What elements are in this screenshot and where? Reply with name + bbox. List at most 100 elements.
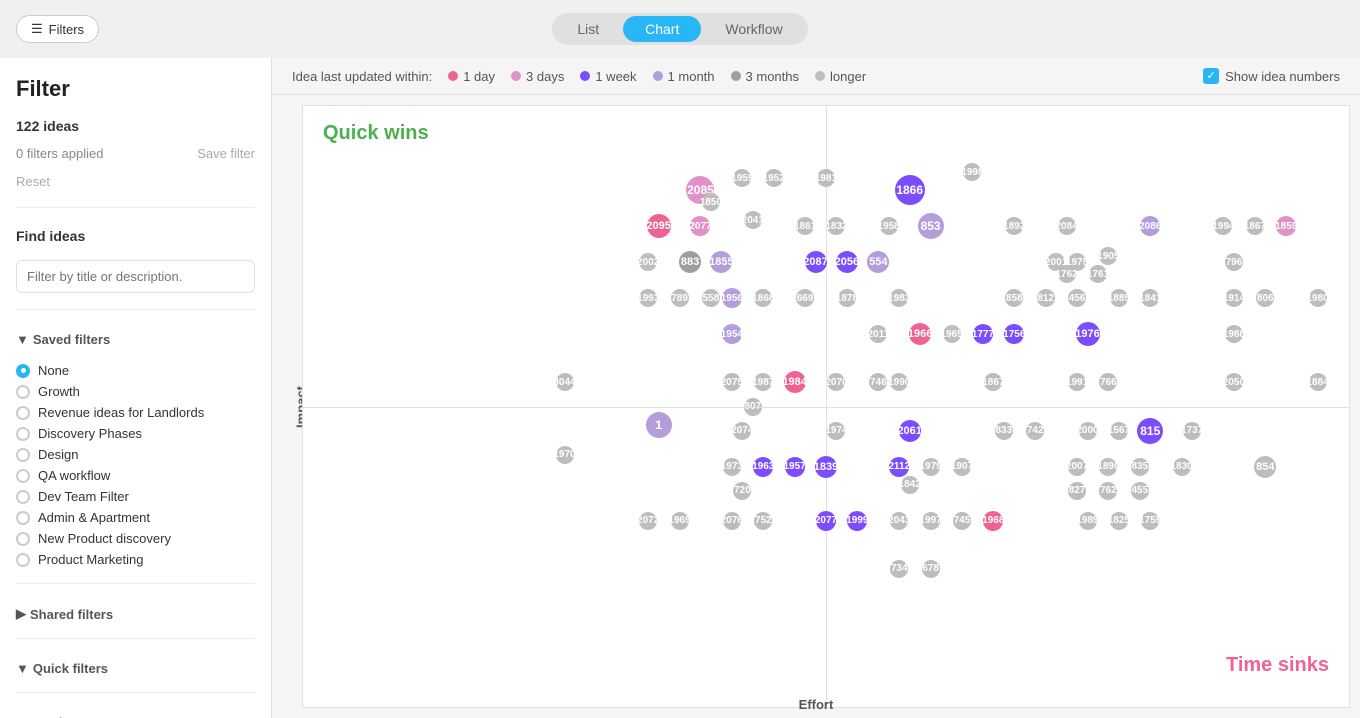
bubble-2041[interactable]: 2041 xyxy=(744,211,762,229)
bubble-2084[interactable]: 2084 xyxy=(1058,217,1076,235)
bubble-1998[interactable]: 1998 xyxy=(963,163,981,181)
bubble-1983[interactable]: 1983 xyxy=(890,289,908,307)
bubble-1963[interactable]: 1963 xyxy=(753,457,773,477)
filter-item-admin[interactable]: Admin & Apartment xyxy=(16,510,255,525)
bubble-1892[interactable]: 1892 xyxy=(1005,217,1023,235)
bubble-1968[interactable]: 1968 xyxy=(983,511,1003,531)
bubble-746[interactable]: 746 xyxy=(869,373,887,391)
bubble-2077b[interactable]: 2077 xyxy=(816,511,836,531)
bubble-1866[interactable]: 1866 xyxy=(895,175,925,205)
bubble-2076[interactable]: 2076 xyxy=(723,512,741,530)
tab-workflow[interactable]: Workflow xyxy=(703,16,804,42)
bubble-1989[interactable]: 1989 xyxy=(1079,512,1097,530)
bubble-854[interactable]: 854 xyxy=(1254,456,1276,478)
bubble-1825[interactable]: 1825 xyxy=(1110,512,1128,530)
filter-item-growth[interactable]: Growth xyxy=(16,384,255,399)
search-input[interactable] xyxy=(16,260,255,293)
bubble-2043[interactable]: 2043 xyxy=(890,512,908,530)
bubble-1830[interactable]: 1830 xyxy=(1173,458,1191,476)
bubble-853[interactable]: 853 xyxy=(918,213,944,239)
bubble-2087[interactable]: 2087 xyxy=(805,251,827,273)
show-numbers-checkbox[interactable] xyxy=(1203,68,1219,84)
radio-growth[interactable] xyxy=(16,385,30,399)
bubble-720[interactable]: 720 xyxy=(733,482,751,500)
bubble-1914[interactable]: 1914 xyxy=(1225,289,1243,307)
bubble-2011[interactable]: 2011 xyxy=(869,325,887,343)
bubble-1994[interactable]: 1994 xyxy=(1214,217,1232,235)
bubble-835[interactable]: 835 xyxy=(1131,458,1149,476)
filter-item-productmkt[interactable]: Product Marketing xyxy=(16,552,255,567)
bubble-1859[interactable]: 1859 xyxy=(1276,216,1296,236)
radio-newproduct[interactable] xyxy=(16,532,30,546)
bubble-1984[interactable]: 1984 xyxy=(784,371,806,393)
bubble-1756[interactable]: 1756 xyxy=(1004,324,1024,344)
bubble-669[interactable]: 669 xyxy=(796,289,814,307)
reset-button[interactable]: Reset xyxy=(16,174,50,189)
bubble-1762[interactable]: 1762 xyxy=(1058,265,1076,283)
bubble-1841[interactable]: 1841 xyxy=(1141,289,1159,307)
bubble-1991[interactable]: 1991 xyxy=(1068,373,1086,391)
saved-filters-section[interactable]: ▼ Saved filters xyxy=(16,332,255,347)
bubble-2086[interactable]: 2086 xyxy=(1140,216,1160,236)
filter-item-none[interactable]: None xyxy=(16,363,255,378)
radio-devteam[interactable] xyxy=(16,490,30,504)
bubble-1997[interactable]: 1997 xyxy=(922,512,940,530)
bubble-1878[interactable]: 1878 xyxy=(838,289,856,307)
bubble-2002[interactable]: 2002 xyxy=(639,253,657,271)
filter-item-design[interactable]: Design xyxy=(16,447,255,462)
bubble-554[interactable]: 554 xyxy=(867,251,889,273)
bubble-3044[interactable]: 3044 xyxy=(556,373,574,391)
bubble-789[interactable]: 789 xyxy=(671,289,689,307)
bubble-827[interactable]: 827 xyxy=(1068,482,1086,500)
bubble-766[interactable]: 766 xyxy=(1099,373,1117,391)
bubble-1867[interactable]: 1867 xyxy=(1246,217,1264,235)
bubble-1905[interactable]: 1905 xyxy=(1099,247,1117,265)
bubble-734[interactable]: 734 xyxy=(890,560,908,578)
bubble-1885[interactable]: 1885 xyxy=(1110,289,1128,307)
bubble-2061[interactable]: 2061 xyxy=(899,420,921,442)
bubble-858[interactable]: 858 xyxy=(1005,289,1023,307)
bubble-796[interactable]: 796 xyxy=(1225,253,1243,271)
bubble-1737[interactable]: 1737 xyxy=(1183,422,1201,440)
bubble-2007[interactable]: 2007 xyxy=(1068,458,1086,476)
shared-filters-section[interactable]: ▶ Shared filters xyxy=(16,606,255,622)
bubble-812[interactable]: 812 xyxy=(1037,289,1055,307)
radio-design[interactable] xyxy=(16,448,30,462)
filter-item-devteam[interactable]: Dev Team Filter xyxy=(16,489,255,504)
bubble-456[interactable]: 456 xyxy=(1068,289,1086,307)
bubble-1965[interactable]: 1965 xyxy=(943,325,961,343)
bubble-455[interactable]: 455 xyxy=(1131,482,1149,500)
bubble-1907[interactable]: 1907 xyxy=(953,458,971,476)
bubble-2095[interactable]: 2095 xyxy=(647,214,671,238)
bubble-1884[interactable]: 1884 xyxy=(1309,373,1327,391)
bubble-2112[interactable]: 2112 xyxy=(889,457,909,477)
bubble-1987[interactable]: 1987 xyxy=(754,373,772,391)
bubble-2070[interactable]: 2070 xyxy=(827,373,845,391)
bubble-1979[interactable]: 1979 xyxy=(922,458,940,476)
bubble-2074[interactable]: 2074 xyxy=(733,422,751,440)
bubble-1954[interactable]: 1954 xyxy=(722,324,742,344)
bubble-806[interactable]: 806 xyxy=(1256,289,1274,307)
quick-filters-section[interactable]: ▼ Quick filters xyxy=(16,661,255,676)
bubble-1567[interactable]: 1567 xyxy=(1110,422,1128,440)
radio-discovery[interactable] xyxy=(16,427,30,441)
bubble-1868[interactable]: 1868 xyxy=(754,289,772,307)
bubble-2050[interactable]: 2050 xyxy=(1225,373,1243,391)
bubble-1839[interactable]: 1839 xyxy=(815,456,837,478)
bubble-833[interactable]: 833 xyxy=(995,422,1013,440)
radio-qa[interactable] xyxy=(16,469,30,483)
radio-revenue[interactable] xyxy=(16,406,30,420)
bubble-2072[interactable]: 2072 xyxy=(639,512,657,530)
bubble-1970[interactable]: 1970 xyxy=(556,446,574,464)
bubble-1976[interactable]: 1976 xyxy=(1076,322,1100,346)
bubble-1988[interactable]: 1988 xyxy=(1225,325,1243,343)
bubble-815[interactable]: 815 xyxy=(1137,418,1163,444)
tab-chart[interactable]: Chart xyxy=(623,16,701,42)
filter-item-discovery[interactable]: Discovery Phases xyxy=(16,426,255,441)
radio-admin[interactable] xyxy=(16,511,30,525)
bubble-1957[interactable]: 1957 xyxy=(785,457,805,477)
bubble-1861[interactable]: 1861 xyxy=(796,217,814,235)
bubble-558[interactable]: 558 xyxy=(702,289,720,307)
bubble-2075[interactable]: 2075 xyxy=(723,373,741,391)
filters-button[interactable]: ☰ Filters xyxy=(16,15,99,43)
